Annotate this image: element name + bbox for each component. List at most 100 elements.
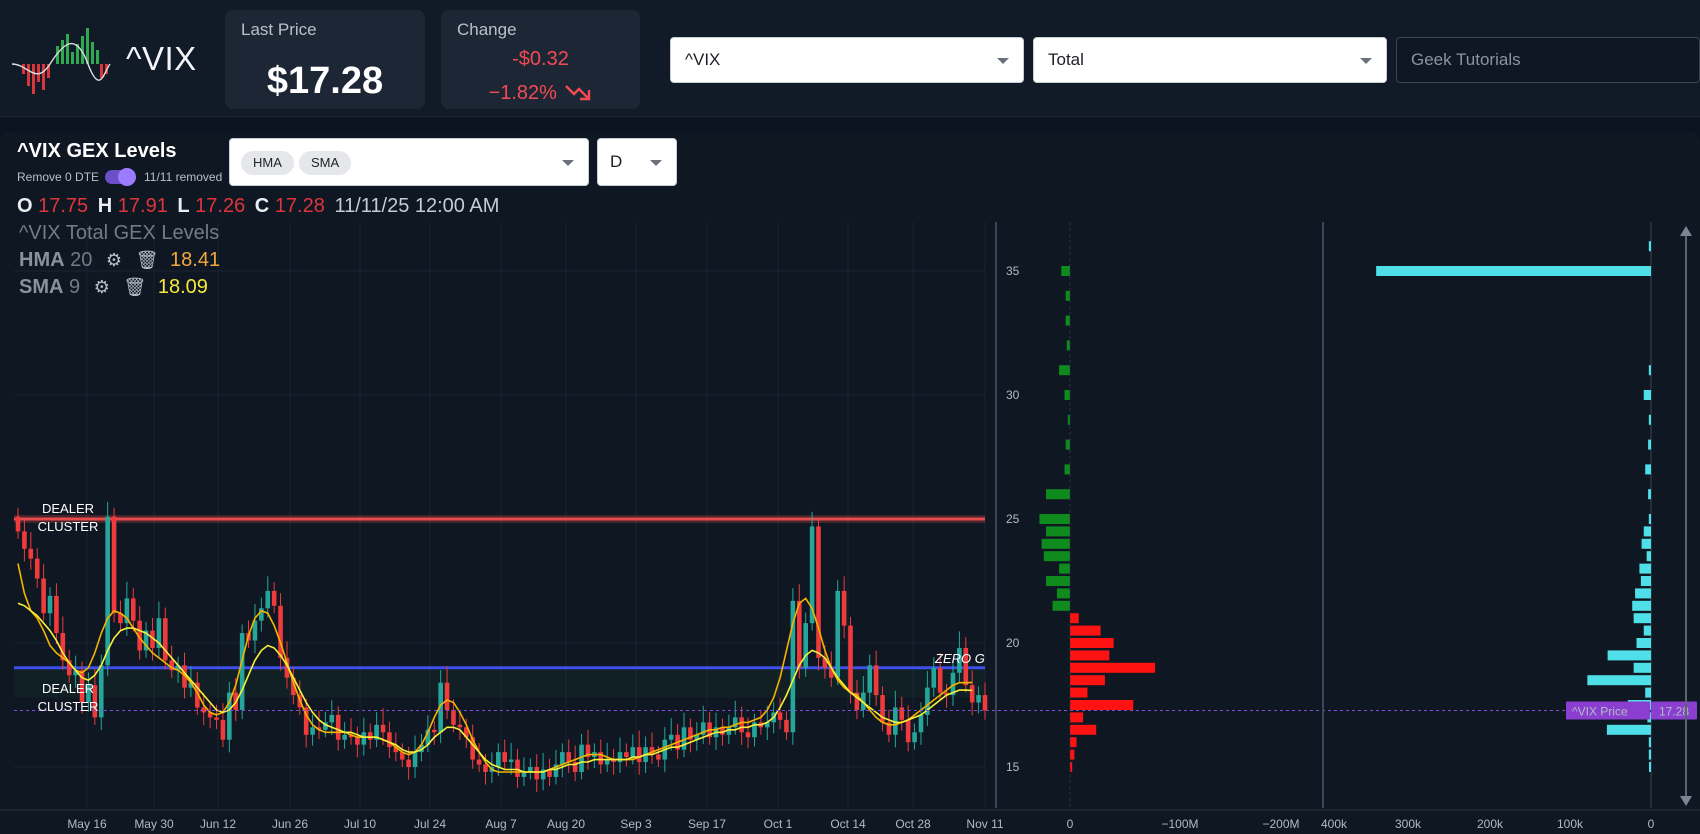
candle-body [784, 719, 789, 733]
oi-bar [1606, 724, 1651, 735]
y-tick-label: 20 [1006, 636, 1020, 650]
candle-body [515, 759, 520, 777]
oi-bar [1376, 266, 1651, 276]
gex-bar-positive [1061, 266, 1070, 276]
interval-select-value: D [610, 152, 623, 171]
gex-x-tick-label: 0 [1067, 817, 1074, 831]
gear-icon[interactable]: ⚙ [94, 277, 110, 298]
dealer-cluster-top-label: DEALER [42, 501, 94, 516]
x-tick-label: Sep 17 [688, 817, 726, 831]
hma-value: 18.41 [170, 249, 221, 271]
candle-body [803, 623, 808, 668]
oi-bar [1648, 749, 1651, 760]
dealer-cluster-bottom-label: CLUSTER [38, 699, 99, 714]
oi-x-tick-label: 0 [1648, 817, 1655, 831]
y-tick-label: 35 [1006, 264, 1020, 278]
trash-icon[interactable]: 🗑 [136, 250, 159, 271]
candle-body [406, 759, 411, 767]
candle-body [34, 558, 40, 579]
gex-bar-positive [1046, 526, 1070, 537]
gex-bar-positive [1043, 551, 1070, 562]
oi-bar [1643, 390, 1651, 400]
gex-chart[interactable]: DEALER CLUSTER DEALER CLUSTER ZERO G May 16 Ma… [0, 0, 1700, 834]
candle-body [239, 633, 245, 710]
candle-body [367, 732, 373, 740]
arrow-down-icon [1680, 796, 1692, 806]
oi-x-tick-label: 100k [1557, 817, 1584, 831]
candle-body [835, 590, 841, 678]
gex-bar-positive [1059, 563, 1070, 574]
x-tick-label: Oct 28 [895, 817, 931, 831]
gex-bar-positive [1065, 315, 1070, 326]
gex-bar-negative [1070, 712, 1084, 723]
oi-bar [1587, 675, 1651, 686]
x-tick-label: May 16 [67, 817, 107, 831]
oi-x-tick-label: 400k [1321, 817, 1348, 831]
candle-body [220, 719, 226, 740]
candle-body [214, 717, 219, 720]
oi-bar [1643, 526, 1651, 537]
candle-body [162, 618, 168, 661]
gex-bar-positive [1052, 600, 1070, 611]
x-tick-label: Sep 3 [620, 817, 652, 831]
x-tick-label: Jul 10 [344, 817, 376, 831]
candle-body [912, 732, 917, 743]
remove-dte-toggle[interactable] [105, 168, 136, 186]
oi-bar [1646, 551, 1651, 562]
candle-body [976, 695, 981, 703]
candle-body [848, 625, 853, 693]
candle-body [28, 548, 34, 559]
candle-body [444, 682, 450, 710]
candle-body [431, 729, 437, 733]
candle-body [969, 685, 975, 703]
hma-name: HMA [19, 249, 65, 271]
y-tick-label: 25 [1006, 512, 1020, 526]
candle-body [777, 712, 783, 720]
candle-body [636, 747, 642, 763]
indicator-select[interactable]: HMA SMA [229, 138, 589, 186]
gex-bar-positive [1065, 439, 1070, 450]
dealer-cluster-top-label: CLUSTER [38, 519, 99, 534]
open-label: O [17, 195, 33, 217]
dealer-cluster-bottom-label: DEALER [42, 681, 94, 696]
high-value: 17.91 [117, 195, 168, 217]
gex-bar-positive [1065, 290, 1070, 301]
x-tick-label: Nov 11 [966, 817, 1003, 831]
gex-bar-negative [1070, 749, 1075, 760]
gex-bar-positive [1064, 390, 1070, 400]
candle-body [816, 526, 821, 658]
candle-body [899, 707, 905, 720]
oi-bar [1648, 365, 1651, 376]
oi-x-tick-label: 200k [1477, 817, 1504, 831]
sma-value: 18.09 [157, 276, 208, 298]
candle-body [873, 665, 879, 696]
chip-sma[interactable]: SMA [299, 151, 352, 175]
sma-name: SMA [19, 276, 64, 298]
x-tick-label: Aug 7 [485, 817, 517, 831]
candle-body [931, 667, 937, 688]
candle-body [54, 595, 59, 634]
candle-body [624, 752, 629, 758]
oi-bar [1640, 576, 1651, 586]
oi-bar [1648, 737, 1651, 748]
x-tick-label: Aug 20 [547, 817, 585, 831]
candle-body [310, 727, 315, 735]
interval-select[interactable]: D [597, 138, 677, 186]
x-tick-label: Oct 14 [830, 817, 866, 831]
gex-bar-negative [1070, 687, 1088, 698]
oi-bar [1632, 600, 1651, 611]
candle-body [130, 598, 136, 621]
candle-body [412, 752, 418, 767]
trash-icon[interactable]: 🗑 [123, 277, 146, 298]
x-tick-label: Oct 1 [764, 817, 793, 831]
hma-period: 20 [70, 249, 93, 271]
candle-body [560, 752, 565, 765]
sma-period: 9 [69, 276, 81, 298]
gear-icon[interactable]: ⚙ [106, 250, 122, 271]
candle-body [982, 695, 988, 711]
candle-body [111, 516, 117, 614]
gex-bar-positive [1039, 514, 1070, 524]
candle-body [483, 764, 488, 772]
chip-hma[interactable]: HMA [241, 151, 294, 175]
oi-bar [1648, 489, 1651, 500]
